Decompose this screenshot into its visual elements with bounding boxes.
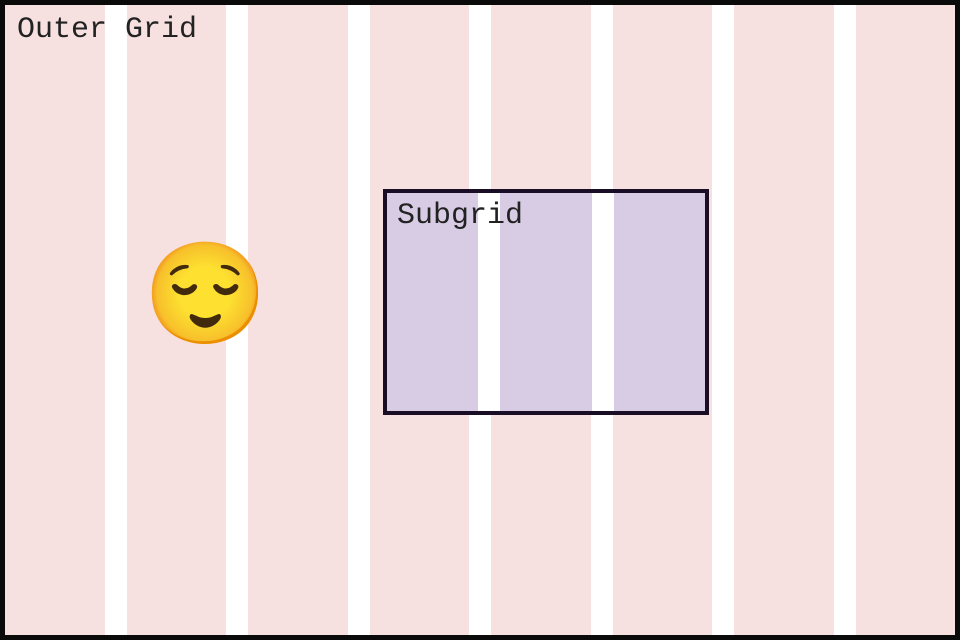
outer-grid-column — [734, 5, 834, 635]
outer-grid-column — [856, 5, 956, 635]
outer-grid: Outer Grid 😌 Subgrid — [0, 0, 960, 640]
subgrid-column — [614, 193, 705, 411]
outer-grid-label: Outer Grid — [17, 13, 197, 47]
subgrid: Subgrid — [383, 189, 709, 415]
subgrid-label: Subgrid — [397, 199, 523, 233]
relieved-face-icon: 😌 — [143, 253, 268, 353]
outer-grid-column — [5, 5, 105, 635]
